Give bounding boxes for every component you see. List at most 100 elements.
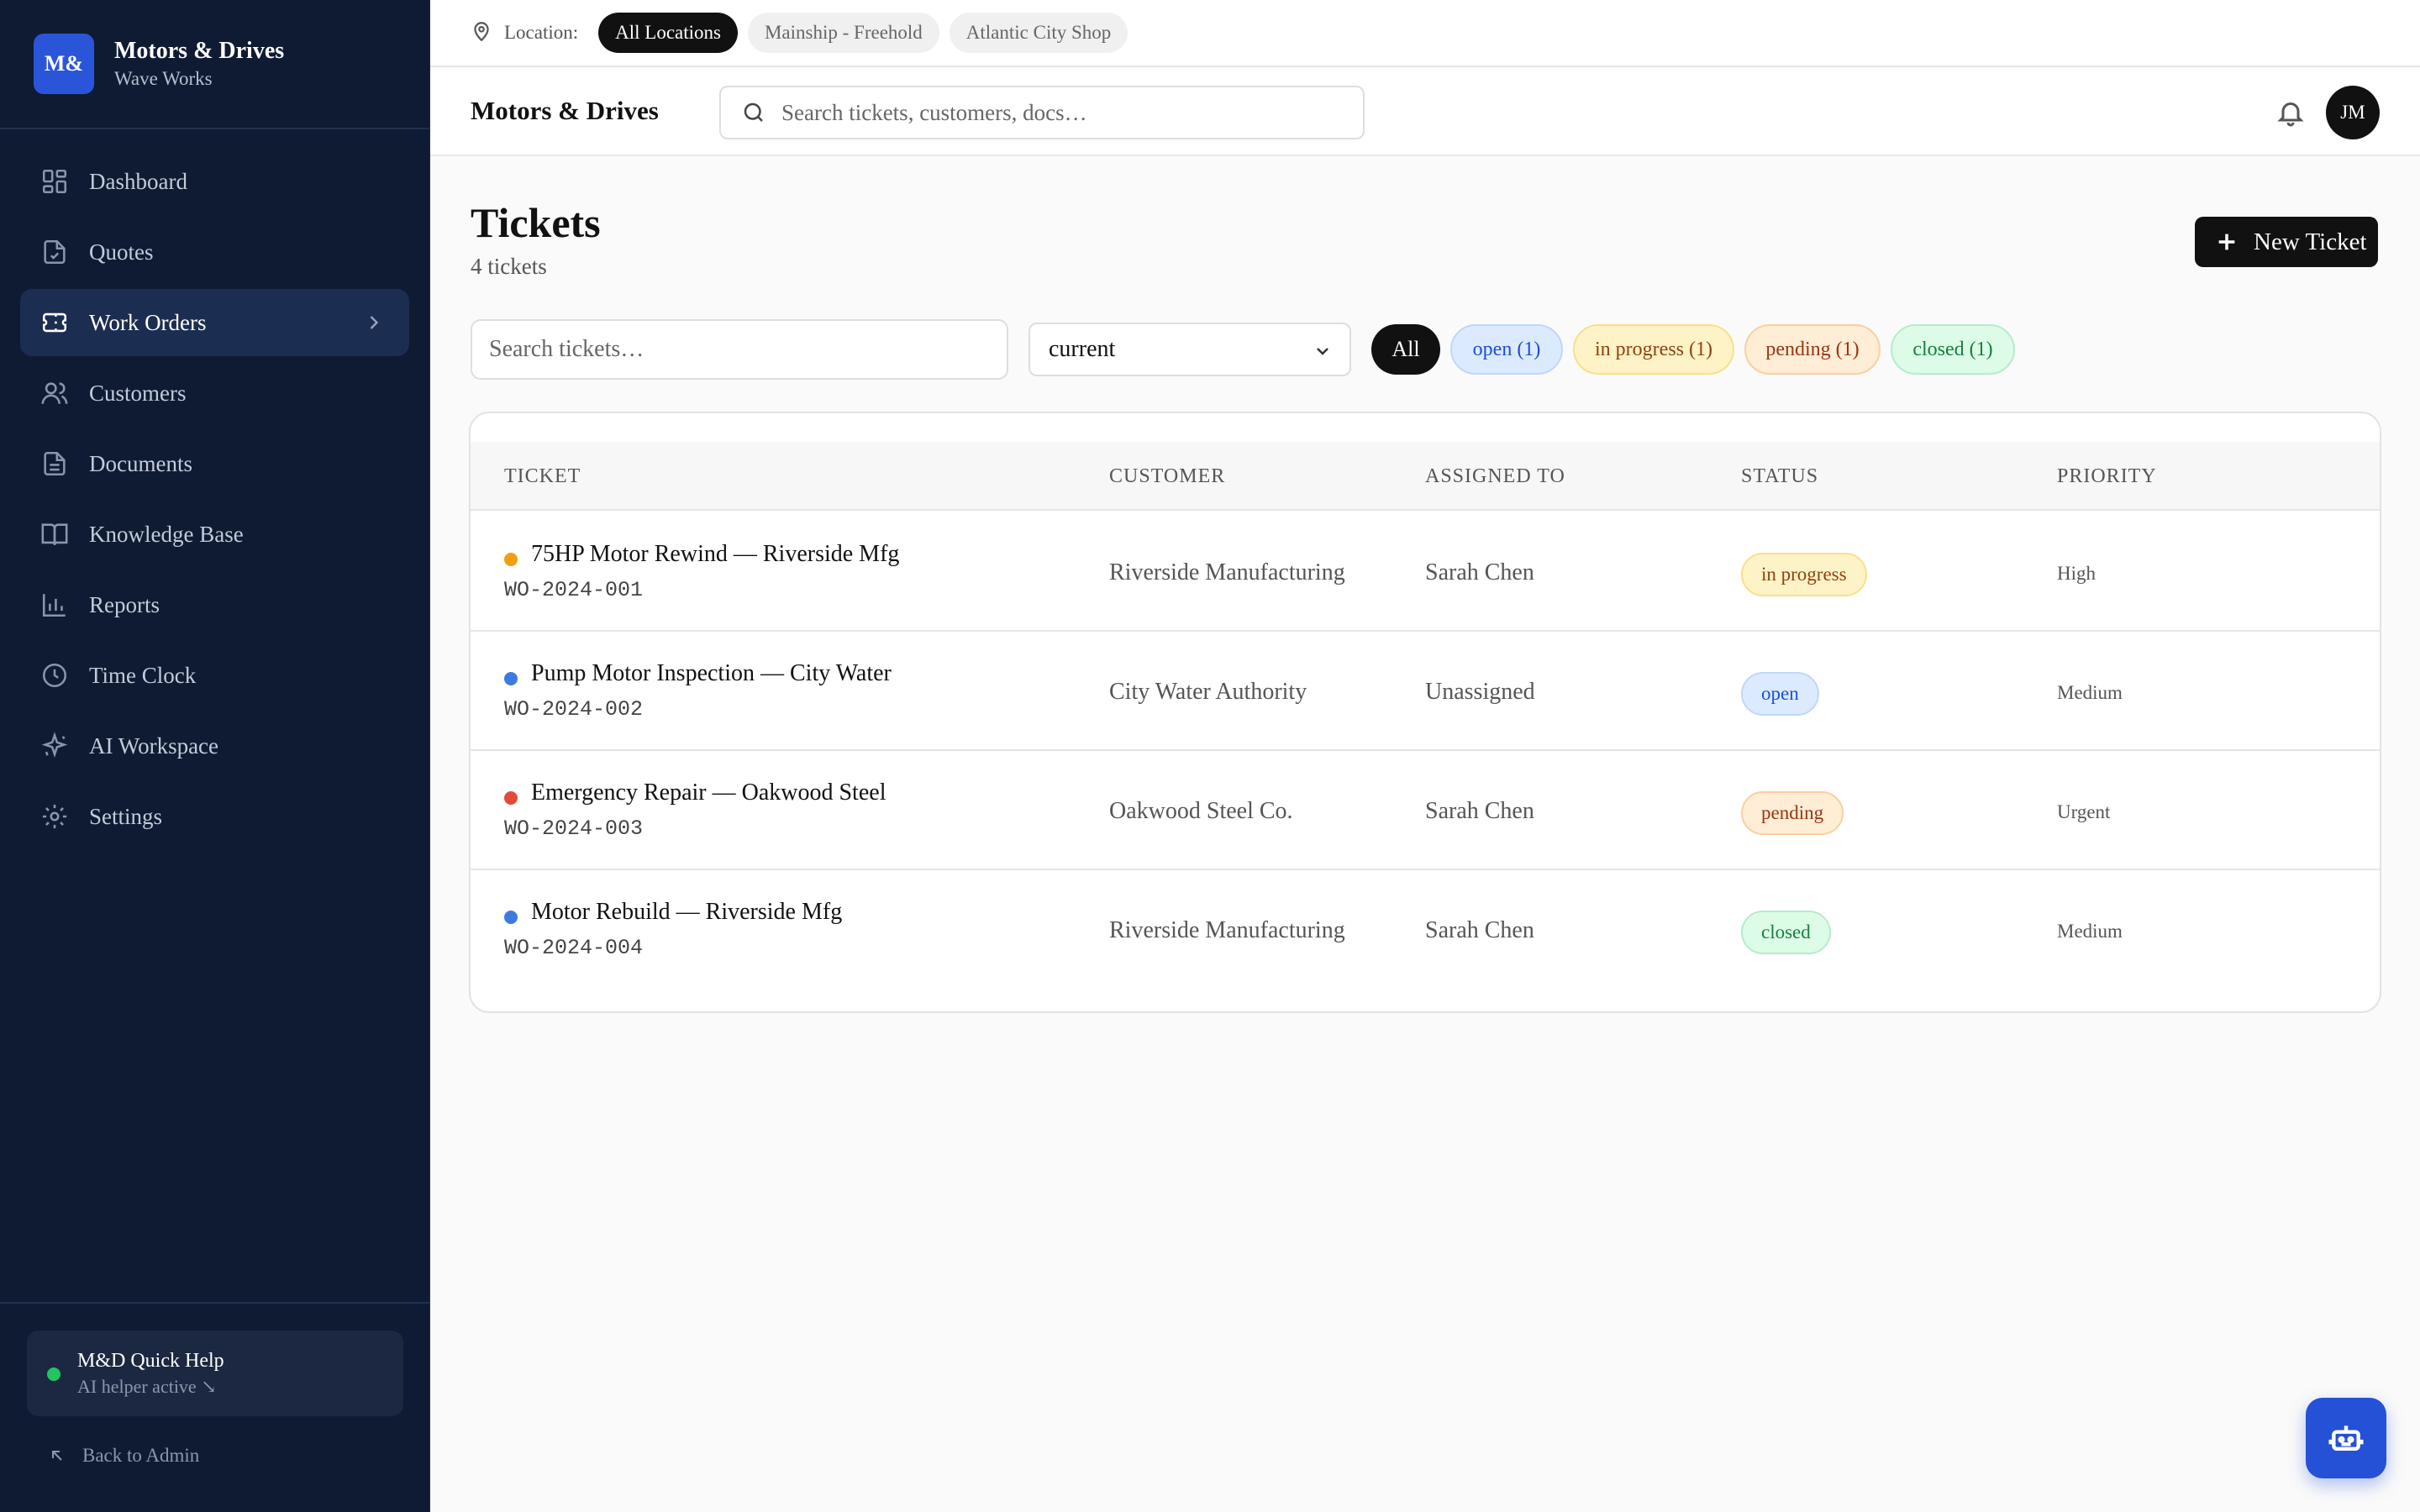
sidebar-item-quotes[interactable]: Quotes <box>20 218 409 286</box>
column-header-status[interactable]: STATUS <box>1741 465 1818 488</box>
table-row[interactable]: 75HP Motor Rewind — Riverside Mfg WO-2024… <box>471 512 2380 632</box>
priority-label: Medium <box>2057 921 2123 942</box>
status-dot <box>504 911 518 924</box>
column-header-customer[interactable]: CUSTOMER <box>1109 465 1225 488</box>
page-title: Tickets <box>471 199 601 246</box>
dashboard-icon <box>40 167 69 196</box>
assignee-name: Unassigned <box>1425 679 1535 705</box>
new-ticket-label: New Ticket <box>2254 228 2367 255</box>
sidebar-item-time-clock[interactable]: Time Clock <box>20 642 409 709</box>
ticket-id: WO-2024-001 <box>504 578 644 602</box>
back-to-admin-link[interactable]: Back to Admin <box>47 1445 199 1467</box>
tickets-table: TICKET CUSTOMER ASSIGNED TO STATUS PRIOR… <box>469 412 2381 1013</box>
plus-icon <box>2218 234 2235 250</box>
location-chip-atlantic-city[interactable]: Atlantic City Shop <box>949 13 1128 53</box>
ticket-id: WO-2024-003 <box>504 816 644 841</box>
status-badge: in progress <box>1741 553 1867 596</box>
ticket-count: 4 tickets <box>471 254 547 279</box>
filter-pending[interactable]: pending (1) <box>1744 324 1881 375</box>
ticket-title[interactable]: Motor Rebuild — Riverside Mfg <box>531 899 842 926</box>
brand-subtitle: Wave Works <box>114 68 213 89</box>
arrow-up-left-icon <box>52 1451 62 1461</box>
new-ticket-button[interactable]: New Ticket <box>2195 217 2378 267</box>
priority-label: Urgent <box>2057 801 2111 822</box>
column-header-assigned[interactable]: ASSIGNED TO <box>1425 465 1565 488</box>
map-pin-icon <box>471 20 492 46</box>
table-header: TICKET CUSTOMER ASSIGNED TO STATUS PRIOR… <box>471 442 2380 511</box>
ticket-search-input[interactable] <box>471 319 1008 380</box>
clock-icon <box>40 661 69 690</box>
sidebar-item-knowledge-base[interactable]: Knowledge Base <box>20 501 409 568</box>
status-select-value: current <box>1049 336 1116 362</box>
quick-help-subtitle: AI helper active ↘ <box>77 1376 217 1397</box>
customer-name: Oakwood Steel Co. <box>1109 798 1293 824</box>
table-row[interactable]: Motor Rebuild — Riverside Mfg WO-2024-004… <box>471 870 2380 990</box>
bell-icon[interactable] <box>2275 97 2306 128</box>
ai-assistant-button[interactable] <box>2306 1398 2386 1478</box>
back-to-admin-label: Back to Admin <box>82 1445 200 1466</box>
sidebar-item-label: Time Clock <box>89 662 197 688</box>
users-icon <box>40 379 69 407</box>
robot-icon <box>2328 1425 2364 1452</box>
status-badge: open <box>1741 672 1819 716</box>
file-check-icon <box>40 238 69 266</box>
sparkles-icon <box>40 732 69 760</box>
ticket-title[interactable]: 75HP Motor Rewind — Riverside Mfg <box>531 541 899 568</box>
global-search[interactable] <box>719 86 1365 139</box>
ticket-title[interactable]: Emergency Repair — Oakwood Steel <box>531 780 886 806</box>
sidebar-item-label: Documents <box>89 450 192 476</box>
status-badge: pending <box>1741 791 1844 835</box>
filter-closed[interactable]: closed (1) <box>1891 324 2015 375</box>
filter-open[interactable]: open (1) <box>1450 324 1563 375</box>
sidebar-item-label: Work Orders <box>89 309 207 335</box>
sidebar-item-label: Reports <box>89 591 160 617</box>
status-dot <box>504 672 518 685</box>
status-badge: closed <box>1741 911 1831 954</box>
customer-name: Riverside Manufacturing <box>1109 917 1345 943</box>
avatar[interactable]: JM <box>2326 86 2380 139</box>
sidebar-item-documents[interactable]: Documents <box>20 430 409 497</box>
ticket-icon <box>40 308 69 337</box>
chevron-down-icon <box>1317 348 1328 355</box>
assignee-name: Sarah Chen <box>1425 559 1534 585</box>
sidebar-item-settings[interactable]: Settings <box>20 783 409 850</box>
top-header: Motors & Drives JM <box>430 69 2420 156</box>
location-chip-mainship[interactable]: Mainship - Freehold <box>747 13 939 53</box>
gear-icon <box>40 802 69 831</box>
column-header-ticket[interactable]: TICKET <box>504 465 581 488</box>
status-dot <box>504 791 518 805</box>
header-title: Motors & Drives <box>471 96 659 125</box>
sidebar-item-customers[interactable]: Customers <box>20 360 409 427</box>
sidebar-item-label: Quotes <box>89 239 154 265</box>
search-icon <box>744 102 763 122</box>
sidebar-item-work-orders[interactable]: Work Orders <box>20 289 409 356</box>
ticket-title[interactable]: Pump Motor Inspection — City Water <box>531 660 892 687</box>
filter-in-progress[interactable]: in progress (1) <box>1573 324 1734 375</box>
bar-chart-icon <box>40 591 69 619</box>
location-chip-all[interactable]: All Locations <box>598 13 738 53</box>
table-row[interactable]: Emergency Repair — Oakwood Steel WO-2024-… <box>471 751 2380 870</box>
customer-name: City Water Authority <box>1109 679 1307 705</box>
table-row[interactable]: Pump Motor Inspection — City Water WO-202… <box>471 632 2380 751</box>
chevron-right-icon <box>362 311 386 334</box>
brand[interactable]: M& Motors & Drives Wave Works <box>0 0 429 129</box>
sidebar-item-dashboard[interactable]: Dashboard <box>20 148 409 215</box>
priority-label: Medium <box>2057 682 2123 703</box>
sidebar-item-ai-workspace[interactable]: AI Workspace <box>20 712 409 780</box>
column-header-priority[interactable]: PRIORITY <box>2057 465 2157 488</box>
sidebar-item-label: Knowledge Base <box>89 521 244 547</box>
status-select[interactable]: current <box>1028 323 1351 376</box>
quick-help-title: M&D Quick Help <box>77 1350 224 1372</box>
assignee-name: Sarah Chen <box>1425 798 1534 824</box>
quick-help-card[interactable]: M&D Quick Help AI helper active ↘ <box>27 1331 403 1416</box>
book-icon <box>40 520 69 549</box>
global-search-input[interactable] <box>781 99 1353 126</box>
sidebar-item-reports[interactable]: Reports <box>20 571 409 638</box>
sidebar-footer: M&D Quick Help AI helper active ↘ Back t… <box>0 1302 430 1512</box>
brand-name: Motors & Drives <box>114 38 285 64</box>
filter-all[interactable]: All <box>1371 324 1440 375</box>
sidebar-item-label: Customers <box>89 380 187 406</box>
ticket-id: WO-2024-002 <box>504 697 644 722</box>
sidebar-item-label: Dashboard <box>89 168 187 194</box>
location-bar: Location: All Locations Mainship - Freeh… <box>430 0 2420 67</box>
